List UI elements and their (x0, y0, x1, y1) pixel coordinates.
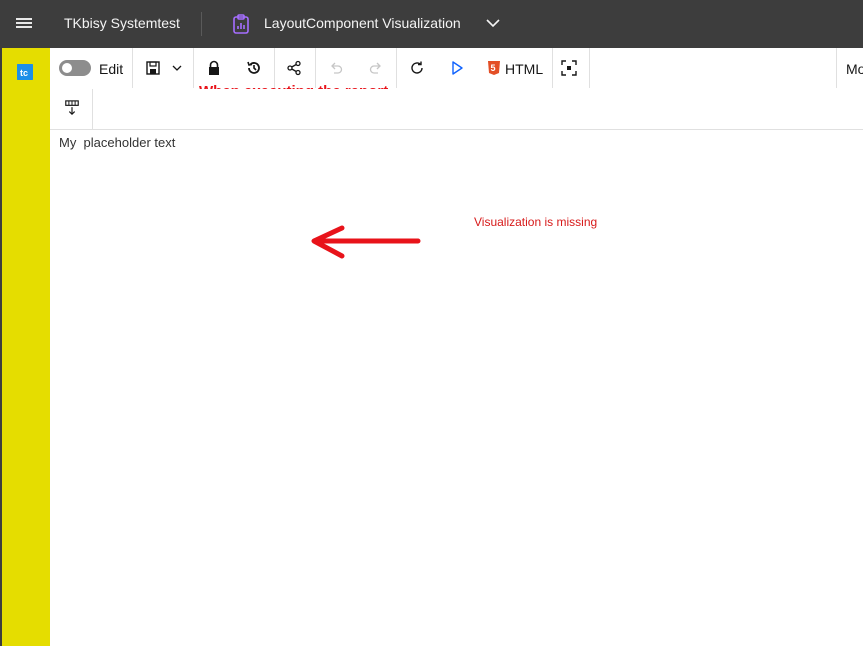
lock-icon[interactable] (206, 60, 222, 76)
report-title[interactable]: LayoutComponent Visualization (264, 15, 461, 31)
chevron-down-icon[interactable] (486, 16, 500, 30)
toolbar-divider (552, 48, 553, 88)
placeholder-text: My placeholder text (59, 135, 176, 150)
toolbar-divider (396, 48, 397, 88)
insert-row-icon[interactable] (64, 100, 80, 116)
toolbar-divider (589, 48, 590, 88)
brand-name[interactable]: TKbisy Systemtest (64, 15, 180, 31)
annotation-visualization-missing: Visualization is missing (474, 215, 598, 229)
toolbar-divider (836, 48, 837, 88)
hamburger-menu-icon[interactable] (16, 16, 32, 32)
toolbar-divider (315, 48, 316, 88)
clipboard-report-icon (233, 14, 249, 34)
left-rail: tc (0, 48, 50, 646)
focus-icon[interactable] (561, 60, 577, 76)
play-icon[interactable] (449, 60, 465, 76)
history-icon[interactable] (246, 60, 262, 76)
header-divider (201, 12, 202, 36)
report-toolbar: Edit 5 HTML Mo (50, 48, 863, 100)
share-icon[interactable] (286, 60, 302, 76)
html-label[interactable]: HTML (505, 61, 543, 77)
toolbar-divider (92, 89, 93, 129)
svg-text:5: 5 (491, 63, 496, 73)
html5-icon[interactable]: 5 (486, 60, 502, 76)
mode-label[interactable]: Mo (846, 61, 863, 77)
save-menu-chevron-icon[interactable] (171, 60, 183, 76)
app-logo-icon[interactable]: tc (17, 64, 33, 80)
secondary-toolbar (50, 89, 863, 130)
red-arrow-left-icon (311, 225, 421, 259)
save-icon[interactable] (145, 60, 161, 76)
top-header: TKbisy Systemtest LayoutComponent Visual… (0, 0, 863, 48)
edit-label: Edit (99, 61, 124, 77)
svg-text:tc: tc (20, 68, 28, 78)
redo-icon[interactable] (368, 60, 384, 76)
refresh-icon[interactable] (409, 60, 425, 76)
undo-icon[interactable] (328, 60, 344, 76)
edit-toggle[interactable] (59, 60, 91, 76)
toolbar-divider (274, 48, 275, 88)
toolbar-divider (193, 48, 194, 88)
toolbar-divider (132, 48, 133, 88)
